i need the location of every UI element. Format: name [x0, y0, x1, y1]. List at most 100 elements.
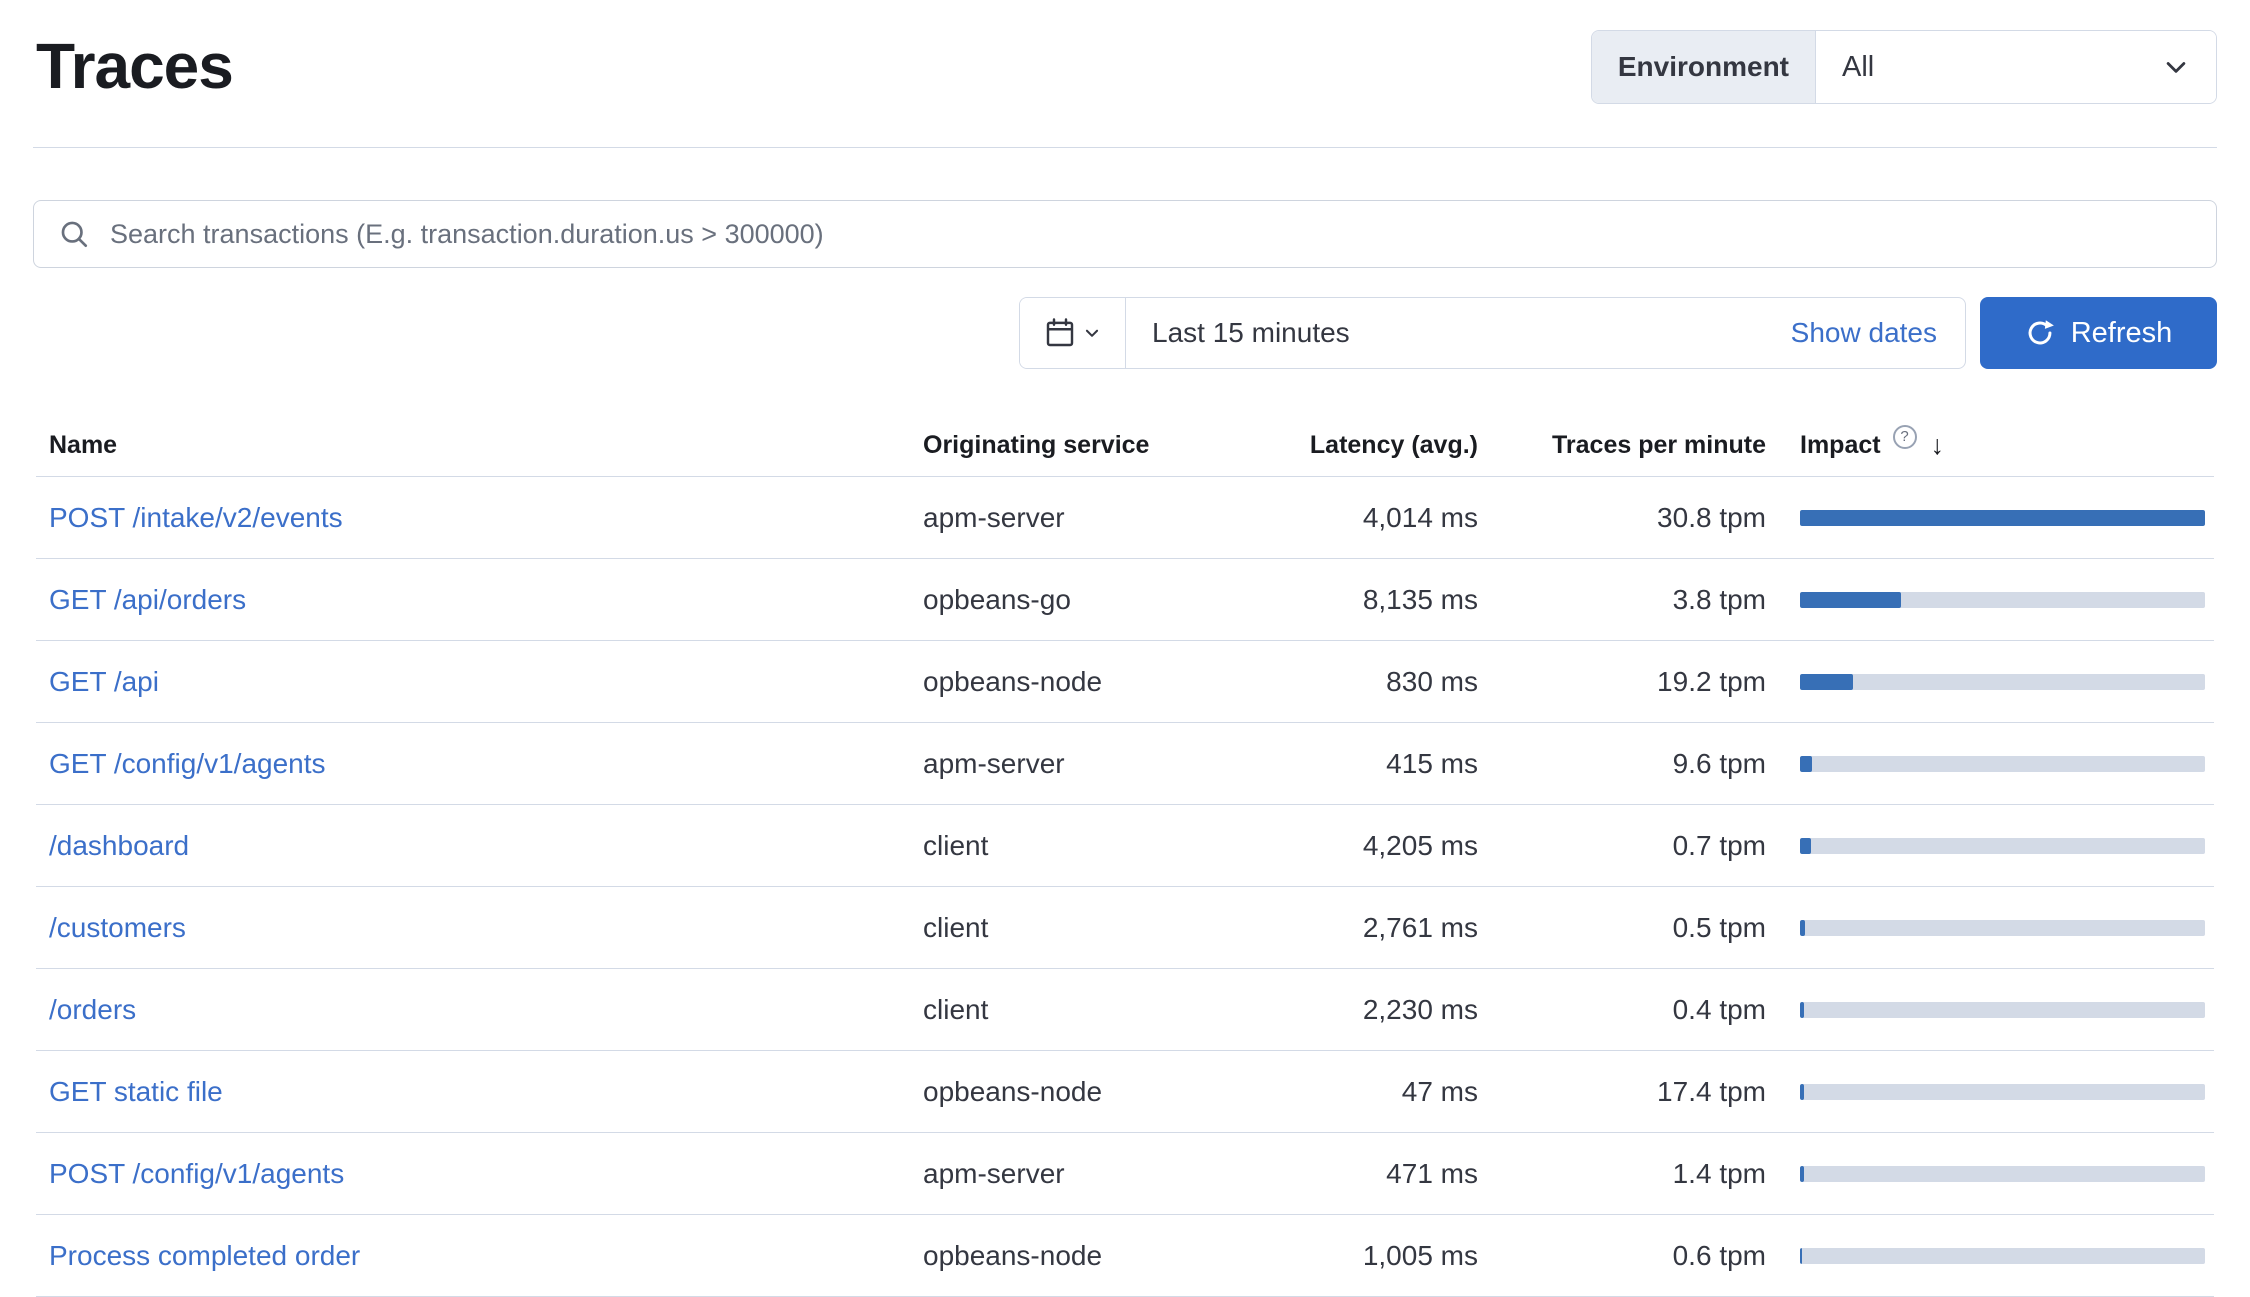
trace-name-link[interactable]: /customers: [49, 912, 186, 943]
trace-name-link[interactable]: /orders: [49, 994, 136, 1025]
table-row: GET /api/orders opbeans-go 8,135 ms 3.8 …: [36, 559, 2214, 641]
impact-bar: [1800, 838, 2205, 854]
tpm-cell: 0.5 tpm: [1478, 912, 1766, 944]
latency-cell: 8,135 ms: [1260, 584, 1478, 616]
col-header-impact[interactable]: Impact ? ↓: [1800, 430, 1944, 461]
page-header: Traces Environment All: [0, 0, 2250, 147]
tpm-cell: 0.6 tpm: [1478, 1240, 1766, 1272]
table-row: /dashboard client 4,205 ms 0.7 tpm: [36, 805, 2214, 887]
latency-cell: 2,230 ms: [1260, 994, 1478, 1026]
latency-cell: 2,761 ms: [1260, 912, 1478, 944]
trace-name-link[interactable]: GET static file: [49, 1076, 223, 1107]
date-quick-select-button[interactable]: [1020, 298, 1126, 368]
impact-bar-fill: [1800, 838, 1811, 854]
search-input[interactable]: [108, 218, 2192, 251]
trace-name-link[interactable]: GET /api/orders: [49, 584, 246, 615]
help-icon[interactable]: ?: [1893, 425, 1917, 449]
service-cell: opbeans-node: [910, 1240, 1260, 1272]
impact-bar: [1800, 1166, 2205, 1182]
environment-selected-value: All: [1842, 51, 1874, 84]
search-icon: [58, 218, 90, 250]
tpm-cell: 19.2 tpm: [1478, 666, 1766, 698]
latency-cell: 4,205 ms: [1260, 830, 1478, 862]
chevron-down-icon: [2162, 53, 2190, 81]
environment-filter-label: Environment: [1592, 31, 1816, 103]
impact-bar-fill: [1800, 1002, 1804, 1018]
impact-bar-fill: [1800, 1248, 1802, 1264]
col-header-service[interactable]: Originating service: [910, 431, 1260, 460]
service-cell: apm-server: [910, 748, 1260, 780]
trace-name-link[interactable]: GET /config/v1/agents: [49, 748, 326, 779]
col-header-latency[interactable]: Latency (avg.): [1260, 431, 1478, 460]
traces-page: Traces Environment All: [0, 0, 2250, 1282]
impact-bar-fill: [1800, 1166, 1804, 1182]
service-cell: apm-server: [910, 502, 1260, 534]
tpm-cell: 1.4 tpm: [1478, 1158, 1766, 1190]
impact-bar: [1800, 510, 2205, 526]
impact-bar-fill: [1800, 674, 1853, 690]
trace-name-link[interactable]: POST /config/v1/agents: [49, 1158, 344, 1189]
traces-table-body: POST /intake/v2/events apm-server 4,014 …: [36, 477, 2214, 1297]
tpm-cell: 0.4 tpm: [1478, 994, 1766, 1026]
trace-name-link[interactable]: GET /api: [49, 666, 159, 697]
latency-cell: 47 ms: [1260, 1076, 1478, 1108]
table-row: GET /config/v1/agents apm-server 415 ms …: [36, 723, 2214, 805]
service-cell: client: [910, 830, 1260, 862]
impact-bar-fill: [1800, 510, 2205, 526]
chevron-down-icon: [1083, 324, 1101, 342]
impact-bar: [1800, 1084, 2205, 1100]
latency-cell: 830 ms: [1260, 666, 1478, 698]
impact-bar-fill: [1800, 920, 1805, 936]
environment-filter: Environment All: [1591, 30, 2217, 104]
service-cell: client: [910, 912, 1260, 944]
service-cell: client: [910, 994, 1260, 1026]
tpm-cell: 9.6 tpm: [1478, 748, 1766, 780]
impact-bar: [1800, 1002, 2205, 1018]
date-range-value: Last 15 minutes: [1152, 317, 1350, 349]
tpm-cell: 30.8 tpm: [1478, 502, 1766, 534]
service-cell: opbeans-go: [910, 584, 1260, 616]
latency-cell: 471 ms: [1260, 1158, 1478, 1190]
refresh-icon: [2025, 318, 2055, 348]
impact-bar: [1800, 756, 2205, 772]
date-range-button[interactable]: Last 15 minutes: [1126, 298, 1791, 368]
trace-name-link[interactable]: Process completed order: [49, 1240, 360, 1271]
super-date-picker: Last 15 minutes Show dates: [1019, 297, 1966, 369]
col-header-tpm[interactable]: Traces per minute: [1478, 431, 1766, 460]
sort-desc-icon: ↓: [1931, 430, 1945, 461]
latency-cell: 4,014 ms: [1260, 502, 1478, 534]
service-cell: opbeans-node: [910, 666, 1260, 698]
col-header-name[interactable]: Name: [36, 431, 910, 460]
service-cell: apm-server: [910, 1158, 1260, 1190]
tpm-cell: 17.4 tpm: [1478, 1076, 1766, 1108]
header-divider: [33, 147, 2217, 148]
show-dates-link[interactable]: Show dates: [1791, 298, 1965, 368]
table-row: POST /config/v1/agents apm-server 471 ms…: [36, 1133, 2214, 1215]
calendar-icon: [1045, 318, 1075, 348]
impact-bar: [1800, 674, 2205, 690]
impact-bar: [1800, 592, 2205, 608]
table-header-row: Name Originating service Latency (avg.) …: [36, 415, 2214, 477]
impact-header-label: Impact: [1800, 431, 1881, 460]
refresh-button-label: Refresh: [2071, 317, 2173, 350]
impact-bar: [1800, 920, 2205, 936]
table-row: GET static file opbeans-node 47 ms 17.4 …: [36, 1051, 2214, 1133]
table-row: /customers client 2,761 ms 0.5 tpm: [36, 887, 2214, 969]
search-bar[interactable]: [33, 200, 2217, 268]
impact-bar-fill: [1800, 756, 1812, 772]
table-row: Process completed order opbeans-node 1,0…: [36, 1215, 2214, 1297]
impact-bar-fill: [1800, 592, 1901, 608]
latency-cell: 1,005 ms: [1260, 1240, 1478, 1272]
tpm-cell: 3.8 tpm: [1478, 584, 1766, 616]
table-row: POST /intake/v2/events apm-server 4,014 …: [36, 477, 2214, 559]
table-row: /orders client 2,230 ms 0.4 tpm: [36, 969, 2214, 1051]
trace-name-link[interactable]: POST /intake/v2/events: [49, 502, 343, 533]
table-row: GET /api opbeans-node 830 ms 19.2 tpm: [36, 641, 2214, 723]
latency-cell: 415 ms: [1260, 748, 1478, 780]
impact-bar-fill: [1800, 1084, 1804, 1100]
trace-name-link[interactable]: /dashboard: [49, 830, 189, 861]
refresh-button[interactable]: Refresh: [1980, 297, 2217, 369]
environment-select[interactable]: All: [1816, 31, 2216, 103]
tpm-cell: 0.7 tpm: [1478, 830, 1766, 862]
toolbar: Last 15 minutes Show dates Refresh: [33, 297, 2217, 369]
